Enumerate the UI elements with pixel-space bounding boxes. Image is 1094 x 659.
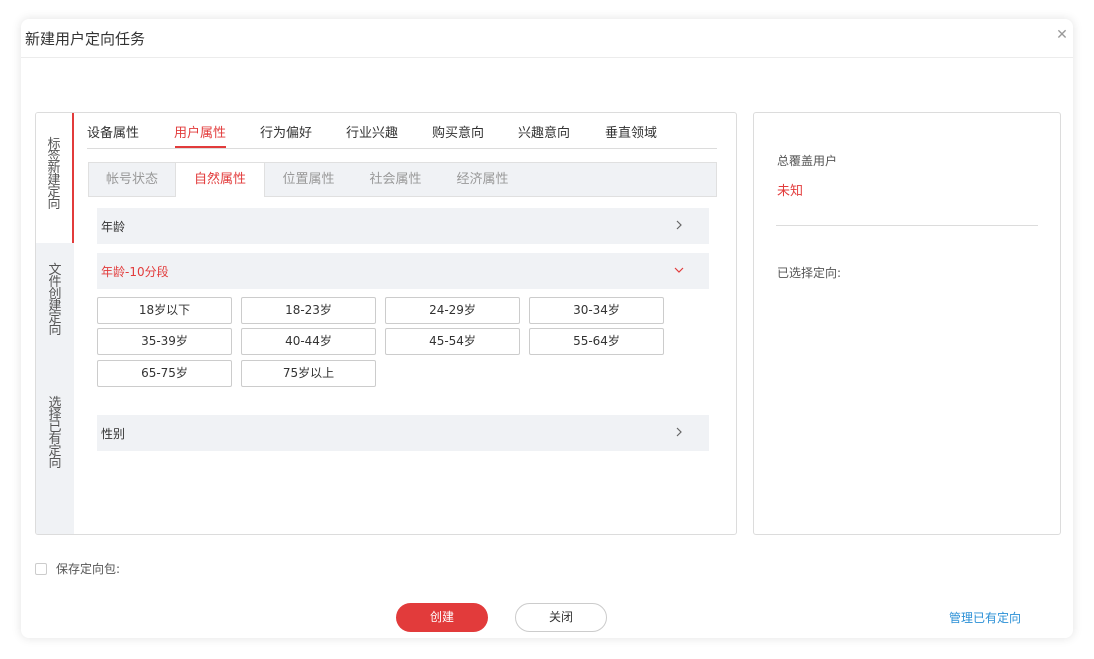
vtab-label: 标签新建定向	[47, 137, 61, 212]
close-icon[interactable]: ✕	[1055, 28, 1069, 42]
age-option-45-54[interactable]: 45-54岁	[385, 328, 520, 355]
tab-behavior-preference[interactable]: 行为偏好	[260, 122, 312, 141]
section-age[interactable]: 年龄	[97, 208, 709, 244]
dialog-header: 新建用户定向任务 ✕	[21, 19, 1073, 58]
tab-industry-interest[interactable]: 行业兴趣	[346, 122, 398, 141]
age-option-40-44[interactable]: 40-44岁	[241, 328, 376, 355]
age-option-18-23[interactable]: 18-23岁	[241, 297, 376, 324]
tab-user-attributes[interactable]: 用户属性	[174, 122, 226, 141]
section-label: 性别	[101, 427, 126, 441]
active-tab-underline	[175, 146, 226, 148]
close-button[interactable]: 关闭	[515, 603, 607, 632]
tab-device-attributes[interactable]: 设备属性	[87, 122, 139, 141]
tab-purchase-intent[interactable]: 购买意向	[432, 122, 484, 141]
dialog: 新建用户定向任务 ✕ 标签新建定向 文件创建定向 选择已有定向 设备属性 用户属…	[21, 19, 1073, 638]
age-option-24-29[interactable]: 24-29岁	[385, 297, 520, 324]
tab-vertical-domain[interactable]: 垂直领域	[605, 122, 657, 141]
coverage-value: 未知	[777, 184, 804, 199]
selected-targeting-label: 已选择定向:	[777, 266, 842, 280]
section-label: 年龄	[101, 220, 126, 234]
vtab-file-create[interactable]: 文件创建定向	[36, 263, 74, 355]
dialog-title: 新建用户定向任务	[25, 30, 146, 48]
tab-natural-attributes[interactable]: 自然属性	[175, 163, 265, 197]
chevron-down-icon	[674, 267, 684, 273]
targeting-panel: 标签新建定向 文件创建定向 选择已有定向 设备属性 用户属性 行为偏好 行业兴趣…	[35, 112, 737, 535]
summary-panel: 总覆盖用户 未知 已选择定向:	[753, 112, 1061, 535]
create-button[interactable]: 创建	[396, 603, 488, 632]
save-package-label: 保存定向包:	[56, 562, 121, 576]
section-age-10-segments[interactable]: 年龄-10分段	[97, 253, 709, 289]
age-option-55-64[interactable]: 55-64岁	[529, 328, 664, 355]
tab-economic-attributes[interactable]: 经济属性	[439, 163, 526, 196]
divider	[776, 225, 1038, 226]
vtab-label: 文件创建定向	[48, 263, 62, 338]
vtab-tag-create[interactable]: 标签新建定向	[36, 113, 74, 243]
age-option-over-75[interactable]: 75岁以上	[241, 360, 376, 387]
tab-location-attributes[interactable]: 位置属性	[265, 163, 352, 196]
vtab-label: 选择已有定向	[48, 396, 62, 471]
age-option-35-39[interactable]: 35-39岁	[97, 328, 232, 355]
section-label: 年龄-10分段	[101, 265, 169, 279]
vertical-tab-bar: 标签新建定向 文件创建定向 选择已有定向	[36, 113, 74, 534]
chevron-right-icon	[676, 427, 682, 437]
age-option-30-34[interactable]: 30-34岁	[529, 297, 664, 324]
manage-existing-targeting-link[interactable]: 管理已有定向	[949, 609, 1021, 626]
tab-interest-intent[interactable]: 兴趣意向	[518, 122, 570, 141]
vtab-select-existing[interactable]: 选择已有定向	[36, 396, 74, 488]
age-option-65-75[interactable]: 65-75岁	[97, 360, 232, 387]
chevron-right-icon	[676, 220, 682, 230]
age-option-under-18[interactable]: 18岁以下	[97, 297, 232, 324]
secondary-tab-bar: 帐号状态 自然属性 位置属性 社会属性 经济属性	[88, 162, 717, 197]
primary-tab-bar: 设备属性 用户属性 行为偏好 行业兴趣 购买意向 兴趣意向 垂直领域	[87, 113, 717, 149]
tab-social-attributes[interactable]: 社会属性	[352, 163, 439, 196]
section-gender[interactable]: 性别	[97, 415, 709, 451]
save-package-checkbox[interactable]	[35, 563, 47, 575]
coverage-label: 总覆盖用户	[777, 154, 838, 168]
tab-account-status[interactable]: 帐号状态	[89, 163, 175, 196]
